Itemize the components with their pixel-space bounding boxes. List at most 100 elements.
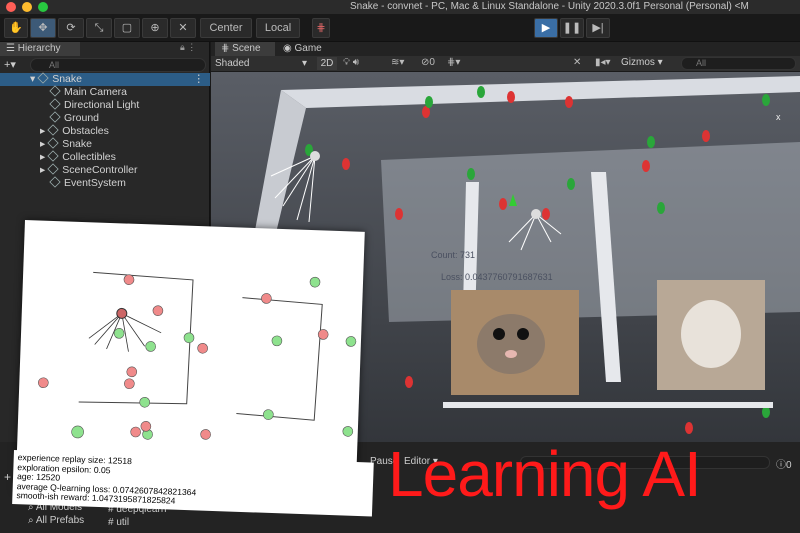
- camera-icon[interactable]: ▮◂▾: [595, 57, 611, 68]
- hierarchy-item-eventsystem[interactable]: EventSystem: [0, 176, 210, 190]
- item-label: Directional Light: [64, 99, 140, 111]
- hierarchy-tab-label: Hierarchy: [17, 43, 61, 54]
- file-label: util: [116, 517, 130, 528]
- hierarchy-root-snake[interactable]: ▾ Snake ⋮: [0, 72, 210, 86]
- all-prefabs-label: All Prefabs: [35, 515, 85, 526]
- rect-tool-icon[interactable]: ▢: [114, 18, 140, 38]
- step-button[interactable]: ▶|: [586, 18, 610, 38]
- hidden-objects-icon[interactable]: ⊘0: [421, 57, 435, 68]
- scene-tabs: ⋕ Scene ◉ Game: [211, 42, 800, 56]
- custom-tool-icon[interactable]: ✕: [170, 18, 196, 38]
- axis-x-icon: x: [776, 112, 781, 122]
- gameobject-icon: [47, 124, 59, 136]
- game-controller-icon: ◉: [283, 43, 295, 54]
- tab-game[interactable]: ◉ Game: [277, 42, 337, 56]
- shading-dropdown[interactable]: Shaded ▾: [215, 57, 309, 70]
- effects-toggle-icon[interactable]: ≋▾: [391, 57, 404, 68]
- file-item-util[interactable]: # util: [108, 517, 129, 528]
- hierarchy-item-main-camera[interactable]: Main Camera: [0, 85, 210, 99]
- toggle-2d-button[interactable]: 2D: [317, 57, 337, 70]
- agent: [116, 307, 128, 319]
- tab-game-label: Game: [294, 43, 322, 54]
- window-title: Snake - convnet - PC, Mac & Linux Standa…: [350, 1, 749, 12]
- shading-value: Shaded: [215, 58, 250, 69]
- snake-head-b: [531, 209, 541, 219]
- gameobject-icon: [49, 85, 61, 97]
- grid-toggle-icon[interactable]: ⋕▾: [447, 57, 460, 68]
- simulation-canvas: [38, 271, 357, 440]
- items: [38, 274, 357, 440]
- gameobject-icon: [49, 111, 61, 123]
- gizmos-dropdown[interactable]: Gizmos ▾: [621, 57, 667, 68]
- lock-icon[interactable]: 🔒︎ ⋮: [180, 42, 196, 53]
- glass-base: [443, 402, 773, 408]
- count-label: Count: 731: [431, 250, 475, 260]
- mode-2d-label: 2D: [320, 58, 334, 69]
- count-badge-value: 0: [786, 460, 792, 471]
- tab-scene-label: Scene: [232, 43, 261, 54]
- more-options-icon[interactable]: ⋮: [194, 73, 205, 86]
- root-label: Snake: [52, 73, 82, 85]
- tab-scene[interactable]: ⋕ Scene: [215, 42, 275, 56]
- expand-arrow-icon[interactable]: ▸: [40, 138, 48, 150]
- hierarchy-menu-icon: ☰: [6, 43, 18, 54]
- gameobject-icon: [49, 176, 61, 188]
- gameobject-icon: [47, 150, 59, 162]
- scale-tool-icon[interactable]: ⤡: [86, 18, 112, 38]
- loss-label: Loss: 0.0437760791687631: [441, 272, 553, 282]
- expand-arrow-icon[interactable]: ▸: [40, 151, 48, 163]
- hierarchy-tab[interactable]: ☰ Hierarchy: [0, 42, 80, 56]
- pivot-center-button[interactable]: Center: [200, 18, 252, 38]
- grid-snap-icon[interactable]: ⋕: [312, 18, 330, 38]
- pause-button[interactable]: ❚❚: [560, 18, 584, 38]
- hand-tool-icon[interactable]: ✋: [4, 18, 28, 38]
- lighting-toggle-icon[interactable]: 💡︎ 🔊︎: [343, 57, 359, 68]
- play-button[interactable]: ▶: [534, 18, 558, 38]
- add-object-icon[interactable]: +▾: [4, 58, 20, 71]
- transform-tool-icon[interactable]: ⊕: [142, 18, 168, 38]
- title-bar: Snake - convnet - PC, Mac & Linux Standa…: [0, 0, 800, 14]
- chevron-down-icon: ▾: [301, 58, 307, 69]
- item-label: Main Camera: [64, 86, 128, 98]
- all-prefabs-item[interactable]: ⌕ All Prefabs: [28, 515, 84, 526]
- zoom-window-button[interactable]: [38, 2, 48, 12]
- expand-arrow-icon[interactable]: ▸: [40, 125, 48, 137]
- tools-icon[interactable]: ✕: [573, 57, 581, 68]
- hierarchy-item-ground[interactable]: Ground: [0, 111, 210, 125]
- rotate-tool-icon[interactable]: ⟳: [58, 18, 84, 38]
- search-icon: ⌕: [28, 515, 36, 526]
- gizmos-label: Gizmos: [621, 57, 655, 68]
- scene-search-input[interactable]: All: [681, 57, 796, 70]
- pivot-local-button[interactable]: Local: [256, 18, 300, 38]
- info-count-badge: ⓘ0: [776, 460, 792, 471]
- hierarchy-item-obstacles[interactable]: ▸ Obstacles: [0, 124, 210, 138]
- expand-arrow-icon[interactable]: ▸: [40, 164, 48, 176]
- snake-head-a: [310, 151, 320, 161]
- item-label: Obstacles: [62, 125, 109, 137]
- fx-count: 0: [429, 57, 435, 68]
- item-label: EventSystem: [64, 177, 126, 189]
- hierarchy-item-collectibles[interactable]: ▸ Collectibles: [0, 150, 210, 164]
- local-label: Local: [264, 22, 292, 34]
- hierarchy-item-scenecontroller[interactable]: ▸ SceneController: [0, 163, 210, 177]
- hierarchy-search-input[interactable]: All: [30, 58, 206, 72]
- gameobject-icon: [49, 98, 61, 110]
- scene-grid-icon: ⋕: [221, 43, 233, 54]
- move-tool-icon[interactable]: ✥: [30, 18, 56, 38]
- item-label: Snake: [62, 138, 92, 150]
- close-window-button[interactable]: [6, 2, 16, 12]
- gameobject-icon: [47, 137, 59, 149]
- learning-ai-caption: Learning AI: [388, 438, 702, 510]
- main-toolbar: ✋ ✥ ⟳ ⤡ ▢ ⊕ ✕ Center Local ⋕ ▶ ❚❚ ▶|: [0, 14, 800, 42]
- center-label: Center: [209, 22, 243, 34]
- scene-icon: [37, 72, 49, 84]
- gameobject-icon: [47, 163, 59, 175]
- minimize-window-button[interactable]: [22, 2, 32, 12]
- hierarchy-item-snake[interactable]: ▸ Snake: [0, 137, 210, 151]
- item-label: Collectibles: [62, 151, 116, 163]
- scene-view-toolbar: Shaded ▾ 2D 💡︎ 🔊︎ ≋▾ ⊘0 ⋕▾ ✕ ▮◂▾ Gizmos ▾…: [211, 56, 800, 72]
- scene-search-placeholder: All: [696, 58, 707, 68]
- hierarchy-item-directional-light[interactable]: Directional Light: [0, 98, 210, 112]
- add-asset-icon[interactable]: +: [4, 470, 11, 484]
- item-label: Ground: [64, 112, 100, 124]
